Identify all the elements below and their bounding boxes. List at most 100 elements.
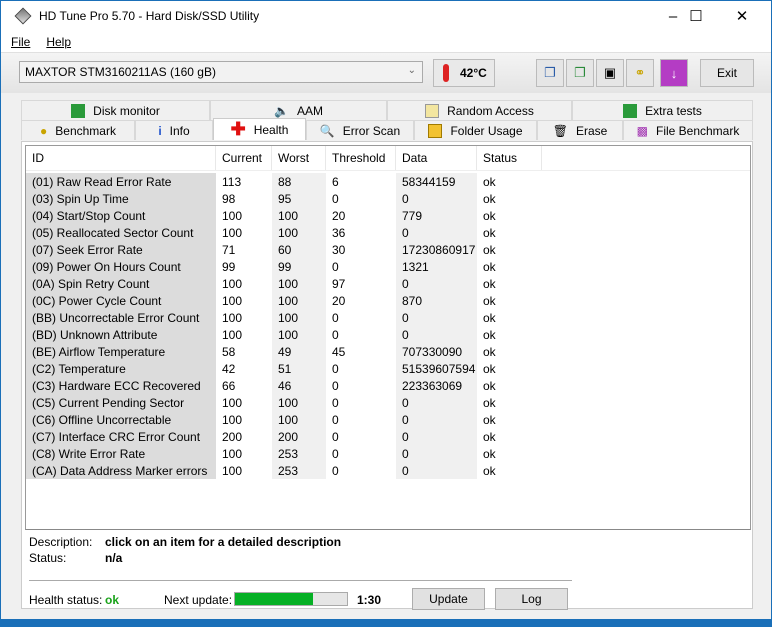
cell-status: ok bbox=[483, 344, 496, 359]
health-panel: ID Current Worst Threshold Data Status (… bbox=[21, 141, 753, 612]
cell-status: ok bbox=[483, 463, 496, 478]
cell-id: (C7) Interface CRC Error Count bbox=[26, 428, 216, 445]
description-value: click on an item for a detailed descript… bbox=[105, 535, 342, 549]
cell-threshold: 0 bbox=[332, 463, 339, 478]
cell-threshold: 0 bbox=[332, 395, 339, 410]
tab-label: File Benchmark bbox=[655, 123, 740, 138]
cell-data: 707330090 bbox=[396, 343, 477, 360]
table-row[interactable]: (01) Raw Read Error Rate 113 88 6 58344159 ok bbox=[26, 173, 750, 190]
menu-help[interactable]: Help bbox=[46, 35, 71, 49]
update-button[interactable]: Update bbox=[412, 588, 485, 610]
table-row[interactable]: (09) Power On Hours Count 99 99 0 1321 ok bbox=[26, 258, 750, 275]
cell-worst: 253 bbox=[272, 445, 326, 462]
options-button[interactable]: ⚭ bbox=[626, 59, 654, 87]
divider bbox=[29, 580, 572, 581]
cell-data: 0 bbox=[396, 309, 477, 326]
file-icon: ▩ bbox=[636, 123, 648, 138]
tab-benchmark[interactable]: ● Benchmark bbox=[21, 120, 135, 140]
cell-threshold: 0 bbox=[332, 446, 339, 461]
tab-aam[interactable]: 🔈 AAM bbox=[210, 100, 387, 120]
info-icon: i bbox=[158, 123, 162, 138]
cell-threshold: 45 bbox=[332, 344, 346, 359]
window-title: HD Tune Pro 5.70 - Hard Disk/SSD Utility bbox=[39, 9, 260, 23]
cell-data: 0 bbox=[396, 445, 477, 462]
table-row[interactable]: (C3) Hardware ECC Recovered 66 46 0 22336306… bbox=[26, 377, 750, 394]
table-row[interactable]: (07) Seek Error Rate 71 60 30 17230860917 ok bbox=[26, 241, 750, 258]
tab-extra-tests[interactable]: Extra tests bbox=[572, 100, 753, 120]
column-header-worst[interactable]: Worst bbox=[272, 146, 326, 170]
tab-file-benchmark[interactable]: ▩ File Benchmark bbox=[623, 120, 753, 140]
log-button[interactable]: Log bbox=[495, 588, 568, 610]
column-header-id[interactable]: ID bbox=[26, 146, 216, 170]
cell-data: 58344159 bbox=[396, 173, 477, 190]
health-status-label: Health status: bbox=[29, 593, 103, 607]
table-row[interactable]: (C5) Current Pending Sector 100 100 0 0 ok bbox=[26, 394, 750, 411]
maximize-button[interactable]: ☐ bbox=[673, 1, 719, 31]
cell-status: ok bbox=[483, 276, 496, 291]
cell-threshold: 0 bbox=[332, 259, 339, 274]
copy-all-button[interactable]: ❐ bbox=[566, 59, 594, 87]
close-button[interactable]: ✕ bbox=[719, 1, 765, 31]
table-row[interactable]: (BB) Uncorrectable Error Count 100 100 0 0 ok bbox=[26, 309, 750, 326]
folder-icon bbox=[428, 123, 443, 138]
table-row[interactable]: (BE) Airflow Temperature 58 49 45 707330090 o… bbox=[26, 343, 750, 360]
copy-button[interactable]: ❐ bbox=[536, 59, 564, 87]
cell-data: 51539607594 bbox=[396, 360, 477, 377]
smart-table[interactable]: ID Current Worst Threshold Data Status (… bbox=[25, 145, 751, 530]
exit-button[interactable]: Exit bbox=[700, 59, 754, 87]
app-icon bbox=[14, 7, 32, 25]
cell-data: 779 bbox=[396, 207, 477, 224]
cell-worst: 100 bbox=[272, 207, 326, 224]
cell-status: ok bbox=[483, 361, 496, 376]
cell-data: 0 bbox=[396, 462, 477, 479]
cell-status: ok bbox=[483, 191, 496, 206]
table-row[interactable]: (BD) Unknown Attribute 100 100 0 0 ok bbox=[26, 326, 750, 343]
cell-id: (07) Seek Error Rate bbox=[26, 241, 216, 258]
toolbar: MAXTOR STM3160211AS (160 gB) ⌄ 42°C ❐ ❐ ▣… bbox=[1, 53, 771, 93]
cell-status: ok bbox=[483, 378, 496, 393]
tab-error-scan[interactable]: 🔍 Error Scan bbox=[306, 120, 414, 140]
tab-disk-monitor[interactable]: Disk monitor bbox=[21, 100, 210, 120]
cell-id: (BE) Airflow Temperature bbox=[26, 343, 216, 360]
table-row[interactable]: (C2) Temperature 42 51 0 51539607594 ok bbox=[26, 360, 750, 377]
save-button[interactable]: ↓ bbox=[660, 59, 688, 87]
cell-worst: 95 bbox=[272, 190, 326, 207]
column-header-threshold[interactable]: Threshold bbox=[326, 146, 396, 170]
table-row[interactable]: (04) Start/Stop Count 100 100 20 779 ok bbox=[26, 207, 750, 224]
tab-label: Disk monitor bbox=[93, 103, 160, 118]
copy-icon: ❐ bbox=[544, 65, 556, 80]
table-row[interactable]: (03) Spin Up Time 98 95 0 0 ok bbox=[26, 190, 750, 207]
lightbulb-icon: ● bbox=[40, 123, 48, 138]
table-row[interactable]: (C8) Write Error Rate 100 253 0 0 ok bbox=[26, 445, 750, 462]
table-row[interactable]: (0A) Spin Retry Count 100 100 97 0 ok bbox=[26, 275, 750, 292]
cell-status: ok bbox=[483, 412, 496, 427]
title-bar: HD Tune Pro 5.70 - Hard Disk/SSD Utility… bbox=[1, 1, 771, 31]
tab-folder-usage[interactable]: Folder Usage bbox=[414, 120, 537, 140]
cell-threshold: 0 bbox=[332, 361, 339, 376]
table-row[interactable]: (C6) Offline Uncorrectable 100 100 0 0 ok bbox=[26, 411, 750, 428]
tab-label: Extra tests bbox=[645, 103, 702, 118]
table-row[interactable]: (0C) Power Cycle Count 100 100 20 870 ok bbox=[26, 292, 750, 309]
chain-icon: ⚭ bbox=[634, 65, 646, 80]
cell-id: (0A) Spin Retry Count bbox=[26, 275, 216, 292]
menu-file[interactable]: File bbox=[11, 35, 30, 49]
cell-worst: 60 bbox=[272, 241, 326, 258]
chart-icon bbox=[71, 103, 86, 118]
tab-health[interactable]: ✚ Health bbox=[213, 118, 306, 140]
footer: Health status: ok Next update: 1:30 Upda… bbox=[29, 588, 749, 612]
screenshot-button[interactable]: ▣ bbox=[596, 59, 624, 87]
table-row[interactable]: (CA) Data Address Marker errors 100 253 0 0 o… bbox=[26, 462, 750, 479]
tab-random-access[interactable]: Random Access bbox=[387, 100, 572, 120]
drive-select[interactable]: MAXTOR STM3160211AS (160 gB) ⌄ bbox=[19, 61, 423, 83]
temperature-value: 42°C bbox=[460, 66, 487, 80]
table-row[interactable]: (C7) Interface CRC Error Count 200 200 0 0 ok bbox=[26, 428, 750, 445]
cell-status: ok bbox=[483, 225, 496, 240]
tab-erase[interactable]: 🗑 Erase bbox=[537, 120, 623, 140]
column-header-data[interactable]: Data bbox=[396, 146, 477, 170]
table-row[interactable]: (05) Reallocated Sector Count 100 100 36 0 ok bbox=[26, 224, 750, 241]
cell-status: ok bbox=[483, 293, 496, 308]
tab-info[interactable]: i Info bbox=[135, 120, 213, 140]
column-header-status[interactable]: Status bbox=[477, 146, 542, 170]
tab-label: Random Access bbox=[447, 103, 534, 118]
column-header-current[interactable]: Current bbox=[216, 146, 272, 170]
